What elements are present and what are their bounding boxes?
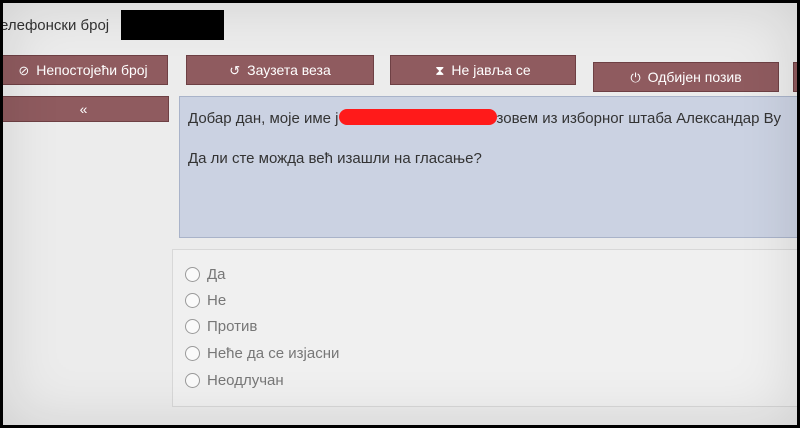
answer-label: Да: [207, 266, 226, 283]
line-busy-label: Заузета веза: [247, 62, 331, 78]
answer-label: Неодлучан: [207, 372, 284, 389]
no-entry-icon: ⊘: [18, 62, 30, 78]
answer-option-no[interactable]: Не: [185, 292, 226, 309]
answer-label: Не: [207, 292, 227, 309]
radio-button[interactable]: [185, 293, 200, 308]
script-question: Да ли сте можда већ изашли на гласање?: [188, 150, 482, 167]
phone-label: елефонски број: [0, 17, 110, 34]
answer-option-against[interactable]: Против: [185, 318, 257, 335]
line-busy-button[interactable]: ↺ Заузета веза: [186, 55, 374, 85]
answer-label: Неће да се изјасни: [207, 345, 340, 362]
nonexistent-number-button[interactable]: ⊘ Непостојећи број: [0, 55, 168, 85]
call-script-box: Добар дан, моје име ј зовем из изборног ш…: [179, 96, 800, 238]
no-answer-label: Не јавља се: [451, 62, 531, 78]
no-answer-button[interactable]: ⧗ Не јавља се: [390, 55, 576, 85]
power-icon: ⏻: [630, 69, 641, 85]
call-rejected-button[interactable]: ⏻ Одбијен позив: [593, 62, 779, 92]
call-rejected-label: Одбијен позив: [647, 69, 742, 85]
name-redaction: [338, 109, 497, 125]
double-chevron-left-icon: «: [79, 101, 88, 117]
nonexistent-number-label: Непостојећи број: [36, 62, 148, 78]
answer-option-wont-declare[interactable]: Неће да се изјасни: [185, 345, 339, 362]
answer-option-yes[interactable]: Да: [185, 266, 226, 283]
answer-option-undecided[interactable]: Неодлучан: [185, 372, 284, 389]
hourglass-icon: ⧗: [435, 62, 445, 78]
radio-button[interactable]: [185, 319, 200, 334]
radio-button[interactable]: [185, 346, 200, 361]
phone-number-redacted: [121, 10, 224, 40]
radio-button[interactable]: [185, 373, 200, 388]
extra-button-partial[interactable]: [793, 62, 800, 92]
radio-button[interactable]: [185, 267, 200, 282]
back-button[interactable]: «: [0, 96, 169, 122]
script-greeting: Добар дан, моје име ј зовем из изборног ш…: [188, 109, 781, 127]
retry-icon: ↺: [229, 62, 241, 78]
answer-label: Против: [207, 318, 258, 335]
